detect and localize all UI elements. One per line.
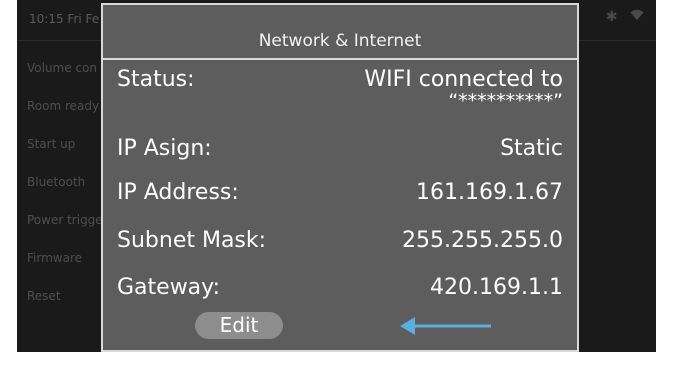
subnet-mask-label: Subnet Mask: bbox=[117, 228, 267, 253]
menu-item-reset[interactable]: Reset bbox=[27, 286, 103, 324]
menu-item-room-ready[interactable]: Room ready bbox=[27, 96, 103, 134]
ip-assign-label: IP Asign: bbox=[117, 136, 212, 161]
dialog-title: Network & Internet bbox=[258, 31, 422, 51]
gateway-row: Gateway: 420.169.1.1 bbox=[117, 275, 563, 315]
menu-item-firmware[interactable]: Firmware bbox=[27, 248, 103, 286]
network-dialog: Network & Internet Status: WIFI connecte… bbox=[101, 3, 579, 352]
subnet-mask-value: 255.255.255.0 bbox=[402, 228, 563, 253]
status-value: WIFI connected to bbox=[364, 67, 563, 92]
subnet-mask-row: Subnet Mask: 255.255.255.0 bbox=[117, 228, 563, 268]
menu-item-power-trigger[interactable]: Power trigge bbox=[27, 210, 103, 248]
settings-menu: Volume con Room ready Start up Bluetooth… bbox=[27, 58, 103, 324]
menu-item-bluetooth[interactable]: Bluetooth bbox=[27, 172, 103, 210]
menu-item-volume[interactable]: Volume con bbox=[27, 58, 103, 96]
title-divider bbox=[103, 58, 577, 60]
status-network-name: “**********” bbox=[448, 90, 563, 112]
ip-address-row: IP Address: 161.169.1.67 bbox=[117, 180, 563, 220]
ip-address-value: 161.169.1.67 bbox=[416, 180, 563, 205]
wifi-icon bbox=[630, 9, 644, 25]
status-label: Status: bbox=[117, 67, 195, 92]
menu-item-start-up[interactable]: Start up bbox=[27, 134, 103, 172]
gateway-value: 420.169.1.1 bbox=[430, 275, 563, 300]
edit-button[interactable]: Edit bbox=[195, 312, 283, 339]
ip-address-label: IP Address: bbox=[117, 180, 239, 205]
status-time: 10:15 Fri Fe bbox=[29, 12, 100, 26]
ip-assign-value: Static bbox=[500, 136, 563, 161]
status-icons: ✱ bbox=[598, 9, 644, 25]
arrow-left-icon bbox=[400, 317, 491, 335]
bluetooth-icon: ✱ bbox=[605, 9, 618, 25]
ip-assign-row: IP Asign: Static bbox=[117, 136, 563, 176]
gateway-label: Gateway: bbox=[117, 275, 220, 300]
